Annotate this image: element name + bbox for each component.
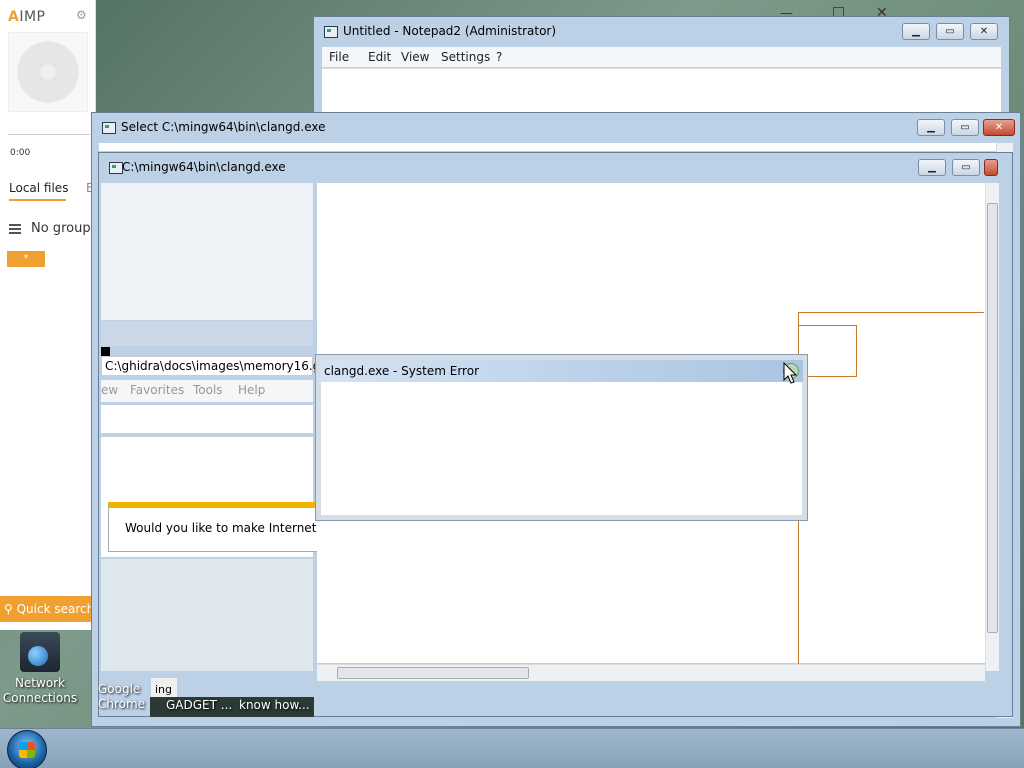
horizontal-scrollbar[interactable] (317, 664, 985, 681)
scrollbar-thumb[interactable] (987, 203, 998, 633)
address-text: C:\ghidra\docs\images\memory16.gif (105, 359, 328, 373)
menu-file[interactable]: File (329, 50, 349, 64)
desktop-icon-chrome[interactable]: Google Chrome (98, 682, 150, 712)
desktop-icon-label: Chrome (98, 697, 146, 711)
explorer-panel (101, 183, 313, 320)
desktop-icon-label: Connections (2, 691, 78, 705)
menu-settings[interactable]: Settings (441, 50, 490, 64)
menu-bar: File Edit View Settings ? (322, 47, 1001, 67)
console-icon (102, 122, 116, 134)
menu-view[interactable]: View (401, 50, 429, 64)
dialog-body (321, 382, 802, 515)
cursor-block (101, 347, 110, 356)
maximize-button[interactable]: ▭ (952, 159, 980, 176)
dialog-titlebar[interactable]: clangd.exe - System Error (320, 360, 803, 382)
tab-local-files[interactable]: Local files (9, 181, 68, 195)
network-icon (20, 632, 60, 672)
hamburger-menu-icon[interactable] (9, 224, 21, 234)
menu-tools[interactable]: Tools (193, 383, 223, 397)
dialog-title: clangd.exe - System Error (324, 364, 479, 378)
start-button[interactable] (7, 730, 47, 768)
window-titlebar[interactable]: C:\mingw64\bin\clangd.exe ▁ ▭ (99, 153, 1012, 183)
playback-time: 0:00 (10, 148, 31, 158)
taskbar (0, 728, 1024, 768)
taskbar-item-partial[interactable]: ing (151, 678, 177, 698)
ie-default-prompt: Would you like to make Internet Exp (108, 502, 343, 552)
menu-edit[interactable]: Edit (368, 50, 391, 64)
menu-help[interactable]: ? (496, 50, 502, 64)
desktop-icon-label: Google (98, 682, 141, 696)
maximize-button[interactable]: ▭ (936, 23, 964, 40)
window-title: C:\mingw64\bin\clangd.exe (122, 160, 286, 174)
gear-icon[interactable]: ⚙ (76, 9, 88, 21)
close-button[interactable]: ✕ (970, 23, 998, 40)
minimize-button[interactable]: ▁ (917, 119, 945, 136)
menu-view[interactable]: ew (101, 383, 118, 397)
mouse-pointer-icon (783, 362, 797, 384)
explorer-menu-bar: ew Favorites Tools Help (101, 380, 313, 402)
desktop-icon-label: Network (14, 676, 66, 690)
search-icon: ⚲ (4, 602, 17, 616)
maximize-button[interactable]: ▭ (951, 119, 979, 136)
prompt-text: Would you like to make Internet Exp (125, 521, 343, 535)
console-area (99, 143, 1013, 151)
aimp-player-window: AIMP ⚙ 0:00 Local files E No group * ⚲ Q… (0, 0, 96, 630)
minimize-button[interactable]: ▁ (902, 23, 930, 40)
grouping-label[interactable]: No group (31, 221, 93, 236)
desktop-icon-network-connections[interactable]: Network Connections (0, 632, 80, 706)
seek-bar[interactable] (8, 134, 90, 135)
system-error-dialog: clangd.exe - System Error (315, 354, 808, 521)
explorer-toolbar (101, 321, 313, 346)
window-titlebar[interactable]: Untitled - Notepad2 (Administrator) ▁ ▭ … (314, 17, 1009, 47)
explorer-strip (101, 405, 313, 435)
desktop-item-know-how[interactable]: know how... (239, 698, 310, 712)
menu-favorites[interactable]: Favorites (130, 383, 184, 397)
scrollbar-thumb[interactable] (337, 667, 529, 679)
active-tab-indicator (9, 199, 66, 201)
console-icon (109, 162, 123, 174)
address-bar[interactable]: C:\ghidra\docs\images\memory16.gif (101, 356, 328, 376)
close-button[interactable] (984, 159, 998, 176)
window-title: Select C:\mingw64\bin\clangd.exe (121, 120, 326, 134)
vertical-scrollbar[interactable] (985, 183, 999, 671)
close-button[interactable]: ✕ (983, 119, 1015, 136)
disc-icon (17, 41, 79, 103)
minimize-button[interactable]: ▁ (918, 159, 946, 176)
desktop-item-gadget[interactable]: GADGET ... (166, 698, 232, 712)
menu-help[interactable]: Help (238, 383, 265, 397)
notepad-app-icon (324, 26, 338, 38)
aimp-logo: AIMP (8, 9, 46, 25)
window-titlebar[interactable]: Select C:\mingw64\bin\clangd.exe ▁ ▭ ✕ (92, 113, 1020, 143)
star-button[interactable]: * (7, 251, 45, 267)
explorer-lower-panel (101, 559, 313, 671)
quick-search-placeholder: Quick search (16, 602, 92, 616)
album-cover (8, 32, 88, 112)
quick-search-input[interactable]: ⚲ Quick search (0, 596, 92, 622)
window-title: Untitled - Notepad2 (Administrator) (343, 24, 557, 38)
